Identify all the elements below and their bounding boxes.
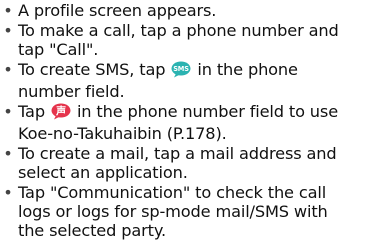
item-text: Tap bbox=[18, 102, 45, 121]
bullet: • bbox=[3, 60, 13, 79]
item-text: A profile screen appears. bbox=[18, 1, 217, 20]
bullet: • bbox=[3, 102, 13, 121]
item-text: in the phone bbox=[197, 60, 298, 79]
list-item: • A profile screen appears. bbox=[0, 1, 385, 20]
list-item: • To make a call, tap a phone number and… bbox=[0, 21, 385, 59]
bullet: • bbox=[3, 144, 13, 163]
voice-icon-label: 声 bbox=[55, 104, 66, 117]
item-text: To create a mail, tap a mail address and bbox=[18, 144, 337, 163]
bullet: • bbox=[3, 21, 13, 40]
item-text: number field. bbox=[18, 82, 125, 101]
item-text: Koe-no-Takuhaibin (P.178). bbox=[18, 124, 227, 143]
item-text-with-icon: To create SMS, tap SMS in the phone bbox=[18, 60, 385, 82]
voice-message-icon: 声 bbox=[51, 103, 71, 124]
item-text: tap "Call". bbox=[18, 40, 99, 59]
list-item: • Tap 声 in the phone number field to use… bbox=[0, 102, 385, 143]
instruction-document: • A profile screen appears. • To make a … bbox=[0, 0, 385, 243]
item-text-with-icon: Tap 声 in the phone number field to use bbox=[18, 102, 385, 124]
item-text: To make a call, tap a phone number and bbox=[18, 21, 339, 40]
instruction-list: • A profile screen appears. • To make a … bbox=[0, 1, 385, 240]
bullet: • bbox=[3, 183, 13, 202]
item-text: in the phone number field to use bbox=[76, 102, 339, 121]
item-text: the selected party. bbox=[18, 221, 166, 240]
item-text: select an application. bbox=[18, 163, 188, 182]
sms-icon-label: SMS bbox=[174, 65, 190, 73]
sms-icon: SMS bbox=[171, 61, 191, 82]
item-text: logs or logs for sp-mode mail/SMS with bbox=[18, 202, 328, 221]
item-text: To create SMS, tap bbox=[18, 60, 166, 79]
list-item: • Tap "Communication" to check the call … bbox=[0, 183, 385, 240]
list-item: • To create SMS, tap SMS in the phone nu… bbox=[0, 60, 385, 101]
item-text: Tap "Communication" to check the call bbox=[18, 183, 327, 202]
bullet: • bbox=[3, 1, 13, 20]
list-item: • To create a mail, tap a mail address a… bbox=[0, 144, 385, 182]
